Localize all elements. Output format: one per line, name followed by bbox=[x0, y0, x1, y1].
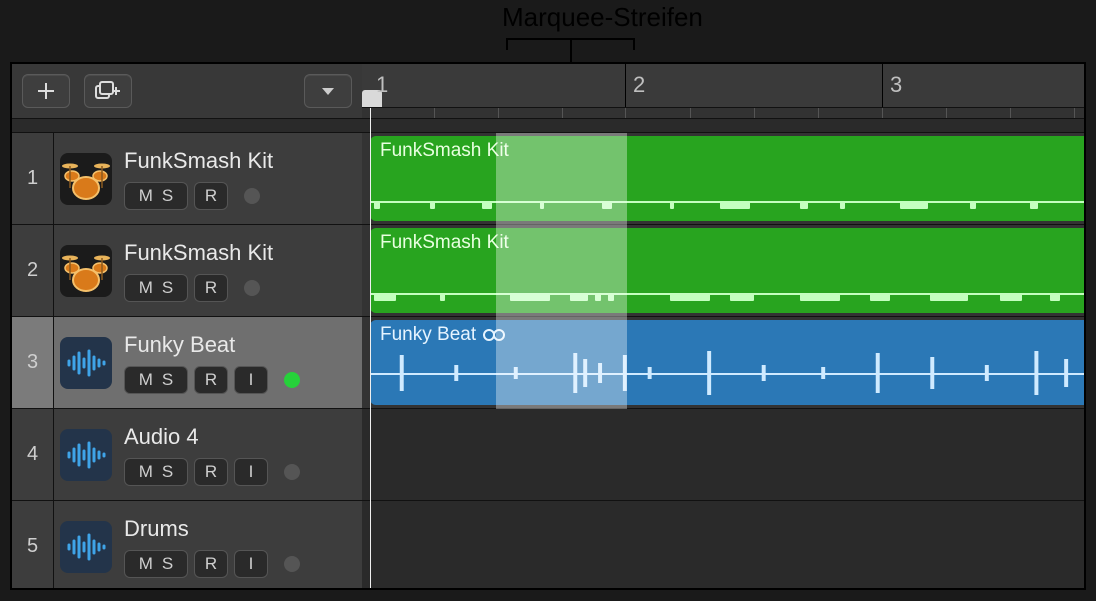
record-armed-indicator[interactable] bbox=[284, 372, 300, 388]
ruler-bar-label: 1 bbox=[376, 72, 388, 98]
track-name[interactable]: FunkSmash Kit bbox=[124, 148, 362, 174]
timeline-ruler[interactable]: 1 2 3 bbox=[362, 64, 1084, 119]
track-name[interactable]: Audio 4 bbox=[124, 424, 362, 450]
audio-wave-icon bbox=[60, 337, 112, 389]
record-enable-button[interactable]: R bbox=[194, 182, 228, 210]
midi-notes bbox=[370, 197, 1084, 209]
record-armed-indicator[interactable] bbox=[244, 188, 260, 204]
mute-button[interactable]: M bbox=[139, 278, 153, 298]
drumkit-icon bbox=[60, 153, 112, 205]
track-number: 4 bbox=[12, 409, 54, 500]
arrange-lane[interactable]: Funky Beat bbox=[362, 317, 1084, 409]
arrange-lane[interactable] bbox=[362, 409, 1084, 501]
track-header[interactable]: 1 FunkSmash KitMSR bbox=[12, 133, 362, 225]
track-button-row: MSRI bbox=[124, 550, 362, 578]
track-name[interactable]: Drums bbox=[124, 516, 362, 542]
mute-solo-chip[interactable]: MS bbox=[124, 274, 188, 302]
track-name[interactable]: FunkSmash Kit bbox=[124, 240, 362, 266]
record-enable-button[interactable]: R bbox=[194, 366, 228, 394]
solo-button[interactable]: S bbox=[162, 186, 173, 206]
record-armed-indicator[interactable] bbox=[284, 464, 300, 480]
record-armed-indicator[interactable] bbox=[284, 556, 300, 572]
record-enable-button[interactable]: R bbox=[194, 274, 228, 302]
track-main: FunkSmash KitMSR bbox=[118, 133, 362, 224]
daw-panel: 1 FunkSmash KitMSR2 FunkSmash KitMSR3 Fu… bbox=[10, 62, 1086, 590]
mute-solo-chip[interactable]: MS bbox=[124, 366, 188, 394]
add-track-button[interactable] bbox=[22, 74, 70, 108]
annotation-label: Marquee-Streifen bbox=[502, 2, 703, 33]
ruler-bar-label: 3 bbox=[890, 72, 902, 98]
track-header[interactable]: 5 DrumsMSRI bbox=[12, 501, 362, 590]
arrange-lane[interactable]: FunkSmash Kit bbox=[362, 133, 1084, 225]
arrange-strip bbox=[362, 119, 1084, 133]
track-button-row: MSR bbox=[124, 274, 362, 302]
track-main: DrumsMSRI bbox=[118, 501, 362, 590]
track-icon[interactable] bbox=[54, 225, 118, 316]
plus-icon bbox=[36, 81, 56, 101]
record-enable-button[interactable]: R bbox=[194, 458, 228, 486]
mute-solo-chip[interactable]: MS bbox=[124, 182, 188, 210]
track-number: 3 bbox=[12, 317, 54, 408]
annotation-stem bbox=[570, 38, 572, 62]
mute-button[interactable]: M bbox=[139, 370, 153, 390]
track-main: Audio 4MSRI bbox=[118, 409, 362, 500]
chevron-down-icon bbox=[322, 88, 334, 95]
mute-solo-chip[interactable]: MS bbox=[124, 550, 188, 578]
loop-icon bbox=[482, 327, 506, 343]
mute-button[interactable]: M bbox=[139, 186, 153, 206]
region-name: Funky Beat bbox=[380, 324, 506, 346]
ruler-sub bbox=[362, 107, 1084, 118]
record-enable-button[interactable]: R bbox=[194, 550, 228, 578]
midi-notes bbox=[370, 289, 1084, 301]
track-button-row: MSRI bbox=[124, 458, 362, 486]
duplicate-track-button[interactable] bbox=[84, 74, 132, 108]
mute-solo-chip[interactable]: MS bbox=[124, 458, 188, 486]
header-toolbar bbox=[12, 64, 362, 119]
track-header[interactable]: 4 Audio 4MSRI bbox=[12, 409, 362, 501]
track-number: 2 bbox=[12, 225, 54, 316]
track-name[interactable]: Funky Beat bbox=[124, 332, 362, 358]
track-icon[interactable] bbox=[54, 317, 118, 408]
track-main: Funky BeatMSRI bbox=[118, 317, 362, 408]
region[interactable]: Funky Beat bbox=[370, 320, 1084, 405]
arrange-lane[interactable]: FunkSmash Kit bbox=[362, 225, 1084, 317]
header-menu-button[interactable] bbox=[304, 74, 352, 108]
track-button-row: MSR bbox=[124, 182, 362, 210]
track-main: FunkSmash KitMSR bbox=[118, 225, 362, 316]
region[interactable]: FunkSmash Kit bbox=[370, 136, 1084, 221]
track-icon[interactable] bbox=[54, 409, 118, 500]
ruler-bar-label: 2 bbox=[633, 72, 645, 98]
input-monitor-button[interactable]: I bbox=[234, 366, 268, 394]
region-name: FunkSmash Kit bbox=[380, 140, 509, 162]
drumkit-icon bbox=[60, 245, 112, 297]
record-armed-indicator[interactable] bbox=[244, 280, 260, 296]
region-name: FunkSmash Kit bbox=[380, 232, 509, 254]
solo-button[interactable]: S bbox=[162, 370, 173, 390]
region[interactable]: FunkSmash Kit bbox=[370, 228, 1084, 313]
mute-button[interactable]: M bbox=[139, 462, 153, 482]
solo-button[interactable]: S bbox=[162, 554, 173, 574]
track-number: 1 bbox=[12, 133, 54, 224]
track-icon[interactable] bbox=[54, 133, 118, 224]
arrange-lane[interactable] bbox=[362, 501, 1084, 590]
track-button-row: MSRI bbox=[124, 366, 362, 394]
solo-button[interactable]: S bbox=[162, 462, 173, 482]
track-icon[interactable] bbox=[54, 501, 118, 590]
track-header[interactable]: 3 Funky BeatMSRI bbox=[12, 317, 362, 409]
waveform bbox=[370, 349, 1084, 397]
track-header[interactable]: 2 FunkSmash KitMSR bbox=[12, 225, 362, 317]
track-header-area: 1 FunkSmash KitMSR2 FunkSmash KitMSR3 Fu… bbox=[12, 64, 362, 588]
arrange-area[interactable]: 1 2 3 FunkSmash Kit FunkSmash Kit Funky Be… bbox=[362, 64, 1084, 588]
duplicate-plus-icon bbox=[95, 81, 121, 101]
input-monitor-button[interactable]: I bbox=[234, 550, 268, 578]
audio-wave-icon bbox=[60, 521, 112, 573]
mute-button[interactable]: M bbox=[139, 554, 153, 574]
track-number: 5 bbox=[12, 501, 54, 590]
input-monitor-button[interactable]: I bbox=[234, 458, 268, 486]
audio-wave-icon bbox=[60, 429, 112, 481]
header-strip bbox=[12, 119, 362, 133]
solo-button[interactable]: S bbox=[162, 278, 173, 298]
